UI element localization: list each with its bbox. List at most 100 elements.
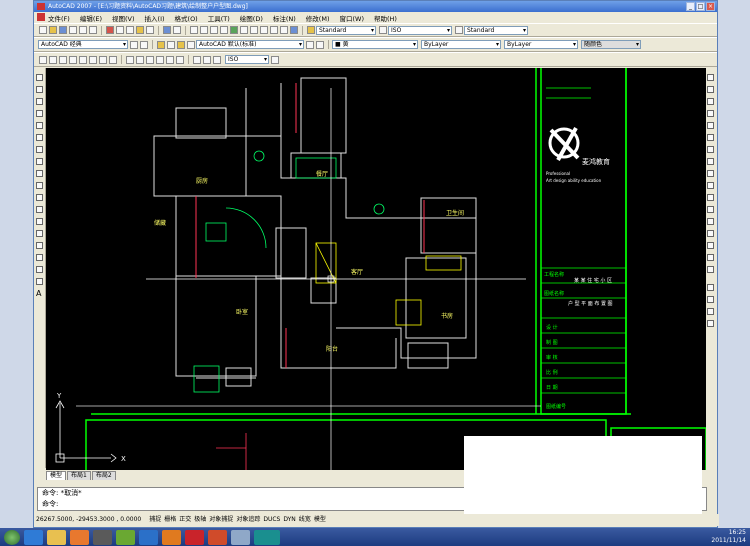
region-icon[interactable] bbox=[36, 266, 43, 273]
autocad-app-icon[interactable] bbox=[37, 3, 45, 10]
layer-manager-icon[interactable] bbox=[157, 40, 165, 49]
break-point-icon[interactable] bbox=[707, 206, 714, 213]
snap-intersection-icon[interactable] bbox=[707, 320, 714, 327]
circle-icon[interactable] bbox=[36, 146, 43, 153]
zoom-window-icon[interactable] bbox=[210, 26, 218, 34]
snap-from-icon[interactable] bbox=[707, 284, 714, 291]
help-icon[interactable] bbox=[290, 26, 298, 34]
point-icon[interactable] bbox=[36, 230, 43, 237]
text-style-select[interactable]: Standard bbox=[316, 25, 376, 35]
paste-icon[interactable] bbox=[126, 26, 134, 34]
revision-cloud-icon[interactable] bbox=[36, 158, 43, 165]
document-icon[interactable] bbox=[37, 13, 45, 21]
table-style-select[interactable]: Standard bbox=[464, 25, 528, 35]
open-icon[interactable] bbox=[49, 26, 57, 34]
join-icon[interactable] bbox=[707, 230, 714, 237]
dim-style-combo[interactable]: ISO bbox=[225, 55, 269, 64]
match-properties-icon[interactable] bbox=[136, 26, 144, 34]
zoom-realtime-icon[interactable] bbox=[200, 26, 208, 34]
snap-midpoint-icon[interactable] bbox=[707, 308, 714, 315]
linear-dim-icon[interactable] bbox=[39, 55, 47, 64]
insert-block-icon[interactable] bbox=[36, 206, 43, 213]
plotstyle-select[interactable]: 随颜色 bbox=[581, 40, 641, 49]
status-model-button[interactable]: 模型 bbox=[314, 514, 326, 526]
taskbar-app-icon[interactable] bbox=[93, 529, 112, 545]
pan-icon[interactable] bbox=[190, 26, 198, 34]
table-icon[interactable] bbox=[36, 278, 43, 285]
copy-object-icon[interactable] bbox=[707, 86, 714, 93]
erase-icon[interactable] bbox=[707, 74, 714, 81]
quick-dim-icon[interactable] bbox=[126, 55, 134, 64]
make-block-icon[interactable] bbox=[36, 218, 43, 225]
menu-view[interactable]: 视图(V) bbox=[112, 13, 135, 23]
construction-line-icon[interactable] bbox=[36, 86, 43, 93]
color-select[interactable]: ■ 黄 bbox=[332, 40, 418, 49]
dim-text-edit-icon[interactable] bbox=[203, 55, 211, 64]
taskbar-illustrator-icon[interactable] bbox=[162, 529, 181, 545]
ellipse-arc-icon[interactable] bbox=[36, 194, 43, 201]
menu-modify[interactable]: 修改(M) bbox=[306, 13, 330, 23]
quick-leader-icon[interactable] bbox=[156, 55, 164, 64]
workspace-settings-icon[interactable] bbox=[130, 40, 138, 49]
dim-style-select[interactable]: ISO bbox=[388, 25, 452, 35]
publish-icon[interactable] bbox=[89, 26, 97, 34]
new-icon[interactable] bbox=[39, 26, 47, 34]
taskbar-app3-icon[interactable] bbox=[231, 529, 250, 545]
status-dyn-button[interactable]: DYN bbox=[283, 514, 295, 526]
layer-select[interactable]: AutoCAD 默认(标准) bbox=[196, 40, 304, 49]
hatch-icon[interactable] bbox=[36, 242, 43, 249]
menu-format[interactable]: 格式(O) bbox=[175, 13, 198, 23]
dim-update-icon[interactable] bbox=[213, 55, 221, 64]
layer-match-icon[interactable] bbox=[316, 40, 324, 49]
taskbar-firefox-icon[interactable] bbox=[70, 529, 89, 545]
layer-previous-icon[interactable] bbox=[306, 40, 314, 49]
array-icon[interactable] bbox=[707, 122, 714, 129]
properties-icon[interactable] bbox=[230, 26, 238, 34]
explode-icon[interactable] bbox=[707, 266, 714, 273]
tolerance-icon[interactable] bbox=[166, 55, 174, 64]
close-button[interactable]: × bbox=[706, 2, 715, 11]
ordinate-dim-icon[interactable] bbox=[69, 55, 77, 64]
mirror-icon[interactable] bbox=[707, 98, 714, 105]
menu-dimension[interactable]: 标注(N) bbox=[273, 13, 296, 23]
fillet-icon[interactable] bbox=[707, 254, 714, 261]
menu-file[interactable]: 文件(F) bbox=[48, 13, 70, 23]
copy-icon[interactable] bbox=[116, 26, 124, 34]
taskbar-dreamweaver-icon[interactable] bbox=[116, 529, 135, 545]
menu-help[interactable]: 帮助(H) bbox=[374, 13, 397, 23]
stretch-icon[interactable] bbox=[707, 170, 714, 177]
status-polar-button[interactable]: 极轴 bbox=[194, 514, 206, 526]
snap-endpoint-icon[interactable] bbox=[707, 296, 714, 303]
tab-layout1[interactable]: 布局1 bbox=[67, 471, 91, 480]
menu-insert[interactable]: 插入(I) bbox=[145, 13, 165, 23]
menu-window[interactable]: 窗口(W) bbox=[339, 13, 364, 23]
design-center-icon[interactable] bbox=[240, 26, 248, 34]
minimize-button[interactable]: _ bbox=[686, 2, 695, 11]
line-icon[interactable] bbox=[36, 74, 43, 81]
scale-icon[interactable] bbox=[707, 158, 714, 165]
break-icon[interactable] bbox=[707, 218, 714, 225]
menu-draw[interactable]: 绘图(D) bbox=[240, 13, 263, 23]
layer-state-icon[interactable] bbox=[167, 40, 175, 49]
ellipse-icon[interactable] bbox=[36, 182, 43, 189]
linetype-select[interactable]: ByLayer bbox=[421, 40, 501, 49]
rotate-icon[interactable] bbox=[707, 146, 714, 153]
extend-icon[interactable] bbox=[707, 194, 714, 201]
gradient-icon[interactable] bbox=[36, 254, 43, 261]
status-snap-button[interactable]: 捕捉 bbox=[149, 514, 161, 526]
radius-dim-icon[interactable] bbox=[79, 55, 87, 64]
rectangle-icon[interactable] bbox=[36, 122, 43, 129]
sheet-set-icon[interactable] bbox=[260, 26, 268, 34]
status-otrack-button[interactable]: 对象追踪 bbox=[236, 514, 260, 526]
tool-palettes-icon[interactable] bbox=[250, 26, 258, 34]
center-mark-icon[interactable] bbox=[176, 55, 184, 64]
markup-icon[interactable] bbox=[270, 26, 278, 34]
polygon-icon[interactable] bbox=[36, 110, 43, 117]
status-grid-button[interactable]: 栅格 bbox=[164, 514, 176, 526]
spline-icon[interactable] bbox=[36, 170, 43, 177]
polyline-icon[interactable] bbox=[36, 98, 43, 105]
undo-icon[interactable] bbox=[163, 26, 171, 34]
zoom-previous-icon[interactable] bbox=[220, 26, 228, 34]
menu-edit[interactable]: 编辑(E) bbox=[80, 13, 102, 23]
multiline-text-icon[interactable]: A bbox=[36, 290, 43, 298]
